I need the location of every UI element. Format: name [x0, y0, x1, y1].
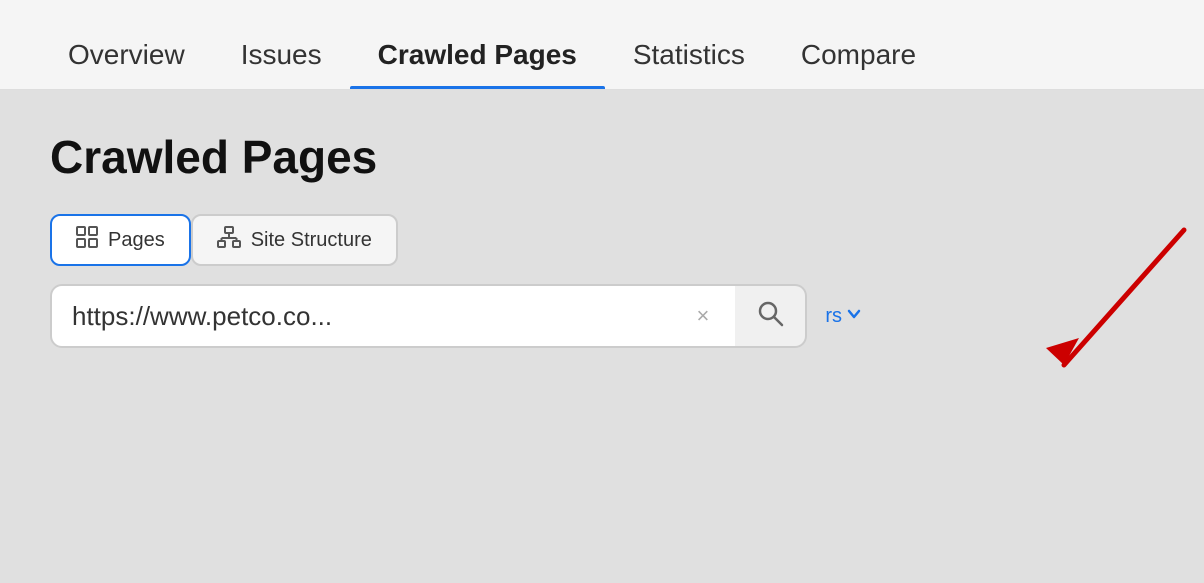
site-structure-button-label: Site Structure — [251, 229, 372, 252]
pages-button-label: Pages — [108, 229, 165, 252]
main-content: Crawled Pages Pages — [0, 90, 1204, 583]
chevron-down-icon — [846, 305, 862, 328]
clear-search-button[interactable]: × — [688, 299, 717, 333]
site-structure-toggle-button[interactable]: Site Structure — [191, 214, 398, 266]
search-input-wrapper: https://www.petco.co... × — [50, 284, 739, 348]
tab-overview[interactable]: Overview — [40, 39, 213, 89]
pages-toggle-button[interactable]: Pages — [50, 214, 191, 266]
page-title: Crawled Pages — [50, 130, 1154, 184]
search-icon — [756, 299, 784, 334]
search-input-value[interactable]: https://www.petco.co... — [72, 301, 688, 332]
search-row: https://www.petco.co... × rs — [50, 284, 870, 348]
tab-crawled-pages[interactable]: Crawled Pages — [350, 39, 605, 89]
tab-statistics[interactable]: Statistics — [605, 39, 773, 89]
search-button[interactable] — [735, 284, 807, 348]
tab-compare[interactable]: Compare — [773, 39, 944, 89]
navigation-bar: Overview Issues Crawled Pages Statistics… — [0, 0, 1204, 90]
filters-partial-button[interactable]: rs — [817, 293, 870, 340]
filters-partial-label: rs — [825, 305, 842, 328]
site-structure-icon — [217, 226, 241, 254]
tab-issues[interactable]: Issues — [213, 39, 350, 89]
pages-icon — [76, 226, 98, 254]
view-toggle-group: Pages Site Structure — [50, 214, 1154, 266]
